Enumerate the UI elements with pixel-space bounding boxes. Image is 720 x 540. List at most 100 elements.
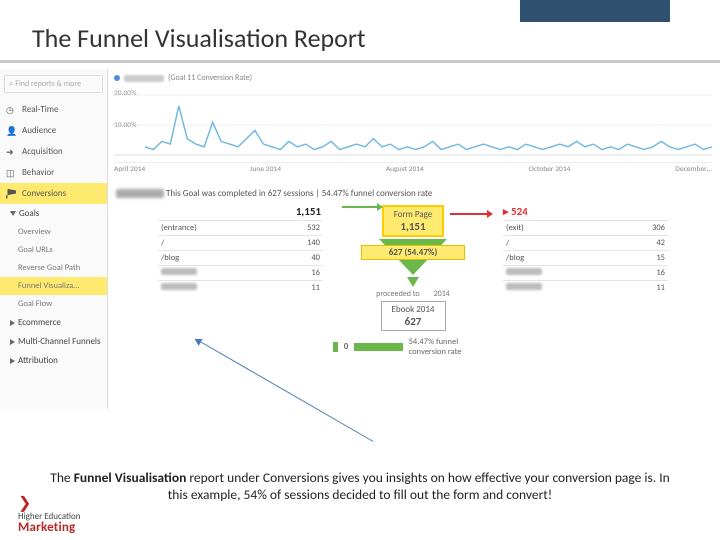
nav-conversions[interactable]: Conversions xyxy=(0,183,107,204)
proceeded-label: proceeded to xyxy=(376,289,419,299)
row-label: / xyxy=(506,238,509,248)
clock-icon: ◷ xyxy=(6,105,16,115)
sub-reverse-goal-path[interactable]: Reverse Goal Path xyxy=(0,259,107,277)
xtick: August 2014 xyxy=(386,165,424,174)
table-row[interactable]: 16 xyxy=(503,265,668,280)
row-val: 16 xyxy=(311,268,320,278)
funnel-step-form-page: Form Page 1,151 xyxy=(382,205,445,237)
table-row[interactable]: 16 xyxy=(158,265,323,280)
flag-icon xyxy=(6,189,16,199)
person-icon: 👤 xyxy=(6,126,16,136)
arrow-down-icon xyxy=(407,277,419,287)
exits-table: ▸ 524 (exit)306 / 42 /blog15 16 11 xyxy=(503,205,668,295)
end-value: 0 xyxy=(344,342,348,352)
row-label: (exit) xyxy=(506,223,524,233)
chevron-right-icon xyxy=(10,339,15,345)
report-main: (Goal 11 Conversion Rate) 20.00% 10.00% … xyxy=(108,69,720,409)
slide-title: The Funnel Visualisation Report xyxy=(32,22,720,54)
row-val: 15 xyxy=(656,253,665,263)
series-dot-icon xyxy=(114,75,120,81)
xtick: October 2014 xyxy=(529,165,571,174)
xtick: December… xyxy=(675,165,712,174)
sub-funnel-visualization[interactable]: Funnel Visualiza… xyxy=(0,277,107,295)
sub-goal-flow[interactable]: Goal Flow xyxy=(0,295,107,313)
exits-total: ▸ 524 xyxy=(503,205,668,220)
sidebar: ⌕ Find reports & more ◷ Real-Time 👤Audien… xyxy=(0,69,108,409)
brand-logo: ❯ Higher Education Marketing xyxy=(18,496,80,534)
caption-post: report under Conversions gives you insig… xyxy=(168,469,670,503)
cube-icon: ◫ xyxy=(6,168,16,178)
slide-accent-bar xyxy=(520,0,670,22)
end-text: 54.47% funnel conversion rate xyxy=(409,337,493,357)
group-label: Multi-Channel Funnels xyxy=(18,336,101,347)
row-label: /blog xyxy=(161,253,179,263)
search-icon: ⌕ xyxy=(9,79,13,89)
caption-bold: Funnel Visualisation xyxy=(74,469,187,486)
row-label: / xyxy=(161,238,164,248)
search-input[interactable]: ⌕ Find reports & more xyxy=(4,75,103,93)
chevron-down-icon xyxy=(10,211,16,216)
end-row: 0 54.47% funnel conversion rate xyxy=(333,337,493,357)
entries-table: 1,151 (entrance)532 / 140 /blog 40 16 11 xyxy=(158,205,323,295)
row-val: 532 xyxy=(307,223,320,233)
sub-goal-urls[interactable]: Goal URLs xyxy=(0,241,107,259)
nav-acquisition[interactable]: ➜Acquisition xyxy=(0,141,107,162)
funnel-step-ebook: Ebook 2014 627 xyxy=(381,301,446,331)
table-row[interactable]: 11 xyxy=(503,280,668,295)
group-multi-channel[interactable]: Multi-Channel Funnels xyxy=(0,332,107,351)
ytick: 10.00% xyxy=(114,121,136,130)
nav-label: Real-Time xyxy=(22,104,58,115)
goal-name-blurred xyxy=(116,189,164,198)
funnel-pass-value: 627 (54.47%) xyxy=(361,245,465,260)
exit-arrow-icon xyxy=(450,213,488,215)
row-val: 40 xyxy=(311,253,320,263)
xtick: June 2014 xyxy=(250,165,281,174)
row-val: 11 xyxy=(656,283,665,293)
step-value: 1,151 xyxy=(394,220,433,233)
line-chart[interactable]: 20.00% 10.00% xyxy=(114,85,712,163)
table-row[interactable]: / 42 xyxy=(503,235,668,250)
nav-audience[interactable]: 👤Audience xyxy=(0,120,107,141)
group-ecommerce[interactable]: Ecommerce xyxy=(0,313,107,332)
x-axis-ticks: April 2014 June 2014 August 2014 October… xyxy=(114,163,712,182)
table-row[interactable]: / 140 xyxy=(158,235,323,250)
sub-overview[interactable]: Overview xyxy=(0,223,107,241)
nav-behavior[interactable]: ◫ Behavior xyxy=(0,162,107,183)
arrow-icon: ➜ xyxy=(6,147,16,157)
nav-label: Conversions xyxy=(22,188,66,199)
completed-label: This Goal was completed in 627 sessions … xyxy=(166,188,432,199)
brand-line2: Marketing xyxy=(18,521,80,534)
row-label-blurred xyxy=(161,283,197,290)
group-goals[interactable]: Goals xyxy=(0,204,107,223)
row-val: 140 xyxy=(307,238,320,248)
legend-text: (Goal 11 Conversion Rate) xyxy=(168,73,252,83)
group-label: Goals xyxy=(19,208,39,219)
group-label: Attribution xyxy=(18,355,58,366)
table-row[interactable]: /blog15 xyxy=(503,250,668,265)
group-attribution[interactable]: Attribution xyxy=(0,351,107,370)
funnel-area: 1,151 (entrance)532 / 140 /blog 40 16 11 F… xyxy=(114,205,712,357)
step-title: Ebook 2014 xyxy=(392,304,435,315)
exits-total-val: 524 xyxy=(511,205,528,218)
table-row[interactable]: (exit)306 xyxy=(503,220,668,235)
nav-real-time[interactable]: ◷ Real-Time xyxy=(0,99,107,120)
nav-label: Behavior xyxy=(22,167,54,178)
table-row[interactable]: /blog 40 xyxy=(158,250,323,265)
analytics-screenshot: ⌕ Find reports & more ◷ Real-Time 👤Audien… xyxy=(0,69,720,409)
row-val: 16 xyxy=(656,268,665,278)
table-row[interactable]: (entrance)532 xyxy=(158,220,323,235)
step-title: Form Page xyxy=(394,209,433,220)
slide-caption: The Funnel Visualisation report under Co… xyxy=(40,470,680,504)
progress-bar xyxy=(354,343,402,351)
chart-svg xyxy=(114,85,712,163)
search-placeholder: Find reports & more xyxy=(15,79,81,89)
entry-arrow-icon xyxy=(342,206,378,208)
chevron-right-icon xyxy=(10,358,15,364)
row-val: 42 xyxy=(656,238,665,248)
entries-total: 1,151 xyxy=(158,205,323,220)
chevron-right-icon xyxy=(10,320,15,326)
row-label-blurred xyxy=(506,268,542,275)
ytick: 20.00% xyxy=(114,89,136,98)
table-row[interactable]: 11 xyxy=(158,280,323,295)
group-label: Ecommerce xyxy=(18,317,61,328)
